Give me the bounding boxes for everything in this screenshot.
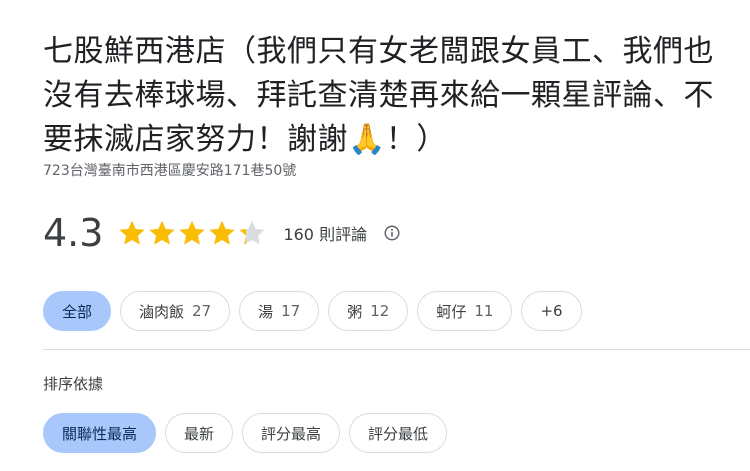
info-icon[interactable]: [383, 224, 401, 242]
star-icon: [119, 220, 146, 245]
chip-all[interactable]: 全部: [43, 291, 112, 331]
rating-summary: 4.3 160 則評論: [43, 208, 401, 258]
chip-count: 27: [192, 302, 212, 320]
star-icon: [179, 220, 206, 245]
chip-label: +6: [540, 302, 563, 320]
sort-label: 排序依據: [43, 375, 104, 393]
chip-label: 蚵仔: [436, 302, 467, 321]
chip-count: 17: [281, 302, 301, 320]
chip-congee[interactable]: 粥 12: [328, 291, 409, 331]
chip-label: 湯: [258, 302, 274, 321]
place-address: 723台灣臺南市西港區慶安路171巷50號: [43, 163, 297, 179]
chip-braised-pork-rice[interactable]: 滷肉飯 27: [120, 291, 231, 331]
review-topic-chips: 全部 滷肉飯 27 湯 17 粥 12 蚵仔 11 +6: [43, 291, 582, 331]
sort-option-label: 最新: [184, 424, 215, 443]
sort-option-label: 關聯性最高: [62, 424, 138, 443]
chip-count: 12: [370, 302, 390, 320]
sort-option-label: 評分最低: [368, 424, 429, 443]
chip-soup[interactable]: 湯 17: [239, 291, 320, 331]
sort-most-relevant[interactable]: 關聯性最高: [43, 413, 157, 453]
star-icon: [239, 220, 266, 245]
place-title: 七股鮮西港店（我們只有女老闆跟女員工、我們也沒有去棒球場、拜託查清楚再來給一顆星…: [43, 34, 714, 157]
sort-option-label: 評分最高: [261, 424, 322, 443]
rating-score: 4.3: [43, 211, 104, 255]
sort-highest[interactable]: 評分最高: [242, 413, 341, 453]
review-count: 160 則評論: [283, 225, 368, 244]
sort-options: 關聯性最高 最新 評分最高 評分最低: [43, 413, 448, 453]
divider: [43, 349, 750, 350]
sort-lowest[interactable]: 評分最低: [349, 413, 448, 453]
chip-label: 滷肉飯: [139, 302, 185, 321]
chip-label: 粥: [347, 302, 363, 321]
star-rating: [117, 218, 267, 248]
star-icon: [149, 220, 176, 245]
chip-more[interactable]: +6: [521, 291, 582, 331]
chip-count: 11: [474, 302, 494, 320]
sort-newest[interactable]: 最新: [165, 413, 234, 453]
star-icon: [209, 220, 236, 245]
chip-oyster[interactable]: 蚵仔 11: [417, 291, 513, 331]
chip-label: 全部: [62, 302, 93, 321]
